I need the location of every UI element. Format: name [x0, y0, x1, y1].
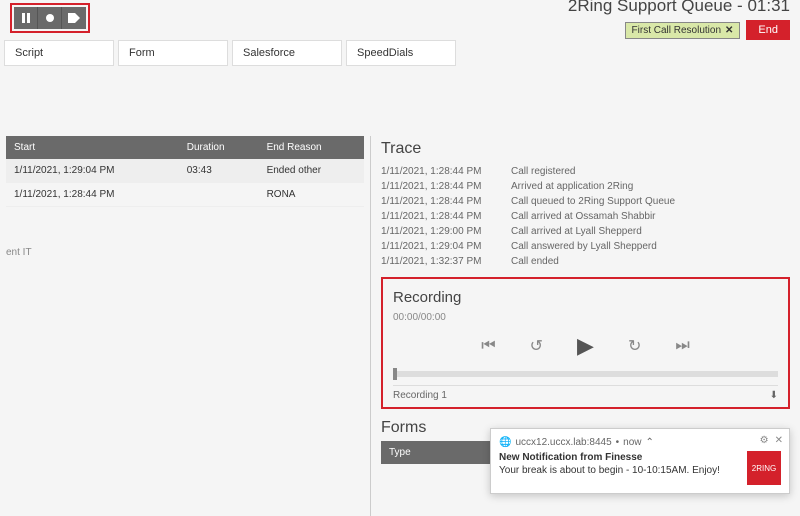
globe-icon: 🌐: [499, 437, 511, 448]
skip-back-icon[interactable]: ⏮: [481, 337, 495, 355]
notif-app-badge: 2RING: [747, 451, 781, 485]
notif-when: now: [623, 437, 641, 448]
wrapup-tag-label: First Call Resolution: [632, 25, 721, 36]
notif-settings-icon[interactable]: ⚙: [760, 435, 769, 446]
recording-heading: Recording: [393, 289, 778, 306]
pause-button[interactable]: [14, 7, 38, 29]
tab-form[interactable]: Form: [118, 40, 228, 66]
notif-origin: uccx12.uccx.lab:8445: [515, 437, 611, 448]
call-controls: [10, 3, 90, 33]
recording-label: Recording 1: [393, 390, 447, 401]
table-row[interactable]: 1/11/2021, 1:28:44 PM RONA: [6, 183, 364, 207]
table-row[interactable]: 1/11/2021, 1:29:04 PM 03:43 Ended other: [6, 159, 364, 183]
progress-bar[interactable]: [393, 371, 778, 377]
record-button[interactable]: [38, 7, 62, 29]
notif-body-text: Your break is about to begin - 10-10:15A…: [499, 465, 739, 476]
rewind-icon[interactable]: ↺: [530, 336, 543, 356]
forward-icon[interactable]: ↻: [628, 336, 641, 356]
remove-tag-icon[interactable]: ✕: [725, 25, 733, 36]
notif-close-icon[interactable]: ✕: [775, 435, 783, 446]
recording-time: 00:00/00:00: [393, 312, 778, 323]
chevron-up-icon[interactable]: ⌃: [646, 437, 654, 448]
notif-title: New Notification from Finesse: [499, 452, 739, 463]
tab-speeddials[interactable]: SpeedDials: [346, 40, 456, 66]
col-reason: End Reason: [259, 136, 364, 159]
trace-list: 1/11/2021, 1:28:44 PMCall registered 1/1…: [381, 164, 790, 269]
trace-heading: Trace: [381, 140, 790, 158]
end-button[interactable]: End: [746, 20, 790, 40]
recording-panel: Recording 00:00/00:00 ⏮ ↺ ▶ ↻ ⏭ Recordin…: [381, 277, 790, 409]
col-duration: Duration: [179, 136, 259, 159]
tab-bar: Script Form Salesforce SpeedDials: [0, 40, 800, 66]
browser-notification[interactable]: ⚙ ✕ 🌐 uccx12.uccx.lab:8445 • now ⌃ New N…: [490, 428, 790, 494]
skip-fwd-icon[interactable]: ⏭: [675, 337, 689, 355]
tab-salesforce[interactable]: Salesforce: [232, 40, 342, 66]
call-history-table: Start Duration End Reason 1/11/2021, 1:2…: [6, 136, 364, 207]
queue-title: 2Ring Support Queue - 01:31: [568, 0, 790, 16]
col-start: Start: [6, 136, 179, 159]
play-icon[interactable]: ▶: [577, 333, 594, 359]
tab-script[interactable]: Script: [4, 40, 114, 66]
wrapup-tag[interactable]: First Call Resolution ✕: [625, 22, 741, 39]
tags-line: ent IT: [6, 247, 364, 258]
download-icon[interactable]: ⬇: [770, 390, 778, 401]
tag-button[interactable]: [62, 7, 86, 29]
